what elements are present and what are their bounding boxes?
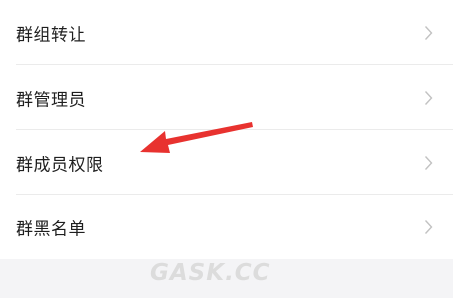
menu-item-group-blacklist[interactable]: 群黑名单: [0, 195, 453, 259]
menu-item-member-permissions[interactable]: 群成员权限: [0, 130, 453, 195]
menu-item-label: 群管理员: [16, 90, 86, 110]
menu-item-label: 群黑名单: [16, 219, 86, 240]
chevron-right-icon: [424, 25, 433, 40]
menu-item-label: 群成员权限: [16, 155, 104, 175]
chevron-right-icon: [424, 220, 433, 234]
menu-item-label: 群组转让: [16, 25, 86, 45]
watermark: GASK.CC: [150, 260, 271, 286]
footer-area: GASK.CC: [0, 259, 453, 298]
menu-item-group-admins[interactable]: 群管理员: [0, 65, 453, 130]
chevron-right-icon: [424, 155, 433, 170]
menu-item-group-transfer[interactable]: 群组转让: [0, 0, 453, 65]
chevron-right-icon: [424, 90, 433, 105]
settings-menu-list: 群组转让 群管理员 群成员权限 群黑名单: [0, 0, 453, 259]
